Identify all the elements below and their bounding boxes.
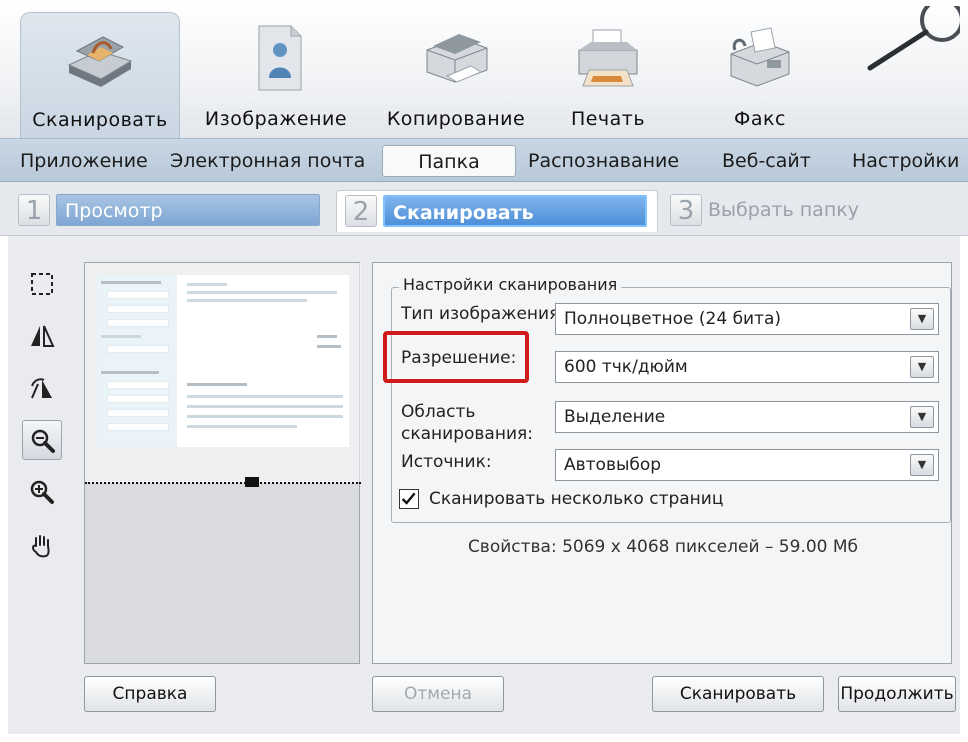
area-value: Выделение — [564, 407, 666, 427]
step-label: Сканировать — [383, 195, 647, 227]
magnifier-icon[interactable] — [860, 6, 960, 76]
cancel-button[interactable]: Отмена — [372, 676, 504, 712]
chevron-down-icon[interactable]: ▼ — [910, 454, 934, 476]
step-scan[interactable]: 2 Сканировать — [336, 190, 658, 232]
steps-bar: 1 Просмотр 2 Сканировать 3 Выбрать папку — [0, 182, 968, 236]
toolbar-print-label: Печать — [570, 108, 646, 130]
step-number: 3 — [670, 194, 702, 226]
source-value: Автовыбор — [564, 455, 662, 475]
selection-border — [85, 482, 361, 484]
destination-tabs: Приложение Электронная почта Папка Распо… — [0, 138, 968, 182]
fax-icon — [730, 27, 790, 87]
selection-handle[interactable] — [245, 477, 259, 487]
toolbar-image-tab[interactable]: Изображение — [196, 12, 356, 138]
zoom-in-icon — [30, 480, 54, 504]
help-button[interactable]: Справка — [84, 676, 216, 712]
area-label: Область — [401, 402, 476, 422]
step-number: 1 — [18, 194, 50, 226]
chevron-down-icon[interactable]: ▼ — [910, 406, 934, 428]
area-select[interactable]: Выделение ▼ — [555, 401, 939, 433]
rotate-icon — [31, 378, 52, 399]
chevron-down-icon[interactable]: ▼ — [910, 356, 934, 378]
zoom-out-icon — [31, 429, 55, 453]
multi-page-checkbox[interactable] — [399, 489, 419, 509]
chevron-down-icon[interactable]: ▼ — [910, 308, 934, 330]
subtab-recognition[interactable]: Распознавание — [528, 145, 679, 177]
step-choose-folder[interactable]: 3 Выбрать папку — [662, 190, 942, 232]
step-preview[interactable]: 1 Просмотр — [10, 190, 330, 232]
source-select[interactable]: Автовыбор ▼ — [555, 449, 939, 481]
step-label: Выбрать папку — [708, 199, 859, 221]
toolbar-scan-label: Сканировать — [32, 109, 168, 131]
toolbar-print-tab[interactable]: Печать — [538, 12, 678, 138]
subtab-application[interactable]: Приложение — [20, 145, 148, 177]
toolbar-scan-tab[interactable]: Сканировать — [20, 12, 180, 138]
scan-button[interactable]: Сканировать — [652, 676, 824, 712]
step-label: Просмотр — [56, 194, 320, 226]
hand-icon — [32, 535, 50, 558]
continue-button[interactable]: Продолжить — [838, 676, 956, 712]
checkmark-icon — [401, 492, 416, 505]
preview-pane[interactable] — [84, 262, 361, 664]
scanner-icon — [67, 36, 133, 87]
resolution-label: Разрешение: — [401, 348, 517, 368]
subtab-website[interactable]: Веб-сайт — [722, 145, 811, 177]
subtab-folder[interactable]: Папка — [382, 145, 516, 177]
main-toolbar: Сканировать Изображение Копирование Печа… — [0, 0, 968, 138]
printer-icon — [578, 29, 638, 87]
area-label-line2: сканирования: — [401, 424, 533, 444]
zoom-in-button[interactable] — [22, 472, 62, 512]
scan-area-overlay — [85, 263, 361, 483]
select-area-button[interactable] — [22, 264, 62, 304]
toolbar-copy-tab[interactable]: Копирование — [376, 12, 536, 138]
image-type-label: Тип изображения: — [401, 304, 566, 324]
rotate-button[interactable] — [22, 368, 62, 408]
copier-icon — [426, 34, 488, 83]
subtab-settings[interactable]: Настройки — [852, 145, 959, 177]
subtab-email[interactable]: Электронная почта — [170, 145, 365, 177]
image-type-value: Полноцветное (24 бита) — [564, 309, 782, 329]
toolbar-fax-label: Факс — [734, 108, 786, 130]
pan-button[interactable] — [22, 526, 62, 566]
mirror-button[interactable] — [22, 316, 62, 356]
selection-rect-icon — [31, 273, 53, 295]
toolbar-fax-tab[interactable]: Факс — [690, 12, 830, 138]
step-number: 2 — [345, 195, 377, 227]
zoom-out-button[interactable] — [22, 420, 62, 460]
scan-settings-panel: Настройки сканирования Тип изображения: … — [372, 262, 952, 664]
image-document-icon — [258, 25, 302, 91]
resolution-value: 600 тчк/дюйм — [564, 357, 688, 377]
resolution-select[interactable]: 600 тчк/дюйм ▼ — [555, 351, 939, 383]
group-title: Настройки сканирования — [399, 275, 622, 294]
toolbar-copy-label: Копирование — [386, 108, 526, 130]
image-type-select[interactable]: Полноцветное (24 бита) ▼ — [555, 303, 939, 335]
source-label: Источник: — [401, 452, 492, 472]
toolbar-image-label: Изображение — [204, 108, 348, 130]
scan-properties: Свойства: 5069 x 4068 пикселей – 59.00 М… — [467, 537, 859, 557]
multi-page-label: Сканировать несколько страниц — [429, 489, 724, 509]
flip-horizontal-icon — [31, 325, 55, 347]
